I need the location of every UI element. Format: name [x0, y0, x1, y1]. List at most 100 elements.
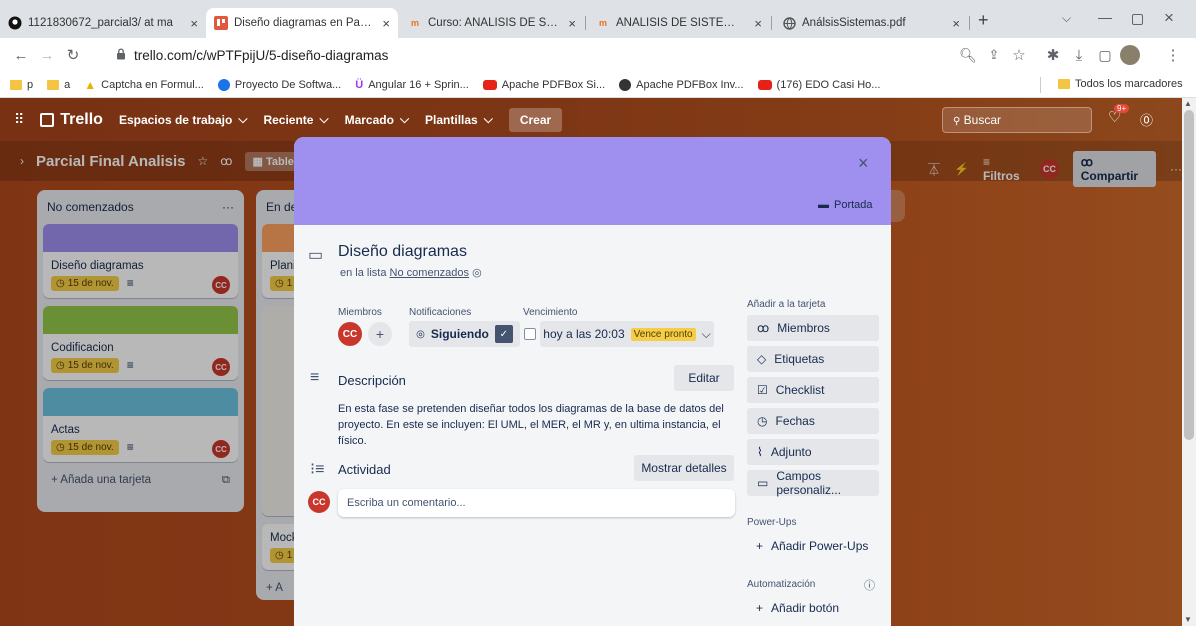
button-label: Fechas: [775, 414, 815, 428]
add-powerups-button[interactable]: + Añadir Power-Ups: [756, 539, 868, 553]
reload-icon[interactable]: ↻: [60, 38, 86, 72]
zoom-icon[interactable]: 🔍︎: [955, 38, 981, 72]
bookmark-item[interactable]: Apache PDFBox Inv...: [619, 78, 744, 91]
activity-heading: Actividad: [338, 462, 391, 477]
tab-title: Curso: ANALISIS DE SISTEMA: [428, 17, 558, 29]
tab-title: ANALISIS DE SISTEMAS [G1: [616, 17, 745, 29]
button-label: Añadir botón: [771, 601, 840, 615]
add-member-button[interactable]: +: [368, 322, 392, 346]
trello-search-input[interactable]: ⚲ Buscar: [942, 107, 1092, 133]
bookmark-item[interactable]: ▲ Captcha en Formul...: [84, 78, 204, 92]
due-complete-checkbox[interactable]: [524, 328, 536, 340]
show-details-button[interactable]: Mostrar detalles: [634, 455, 734, 481]
tab-separator: [969, 16, 970, 30]
description-text[interactable]: En esta fase se pretenden diseñar todos …: [338, 401, 738, 449]
nav-recent[interactable]: Reciente ⌵: [263, 112, 328, 127]
checklist-button[interactable]: ☑ Checklist: [747, 377, 879, 403]
members-button[interactable]: ꝏ Miembros: [747, 315, 879, 341]
notification-count-badge: 9+: [1114, 104, 1130, 113]
back-arrow-icon[interactable]: ←: [8, 38, 34, 72]
tab-search-chevron-icon[interactable]: ⌵: [1062, 11, 1071, 26]
bookmark-item[interactable]: Apache PDFBox Si...: [482, 79, 605, 91]
tab-close-icon[interactable]: ×: [948, 16, 960, 31]
scroll-up-icon[interactable]: ▲: [1184, 99, 1192, 108]
activity-icon: ⁝≡: [310, 461, 325, 478]
tab-close-icon[interactable]: ×: [750, 16, 762, 31]
member-avatar[interactable]: CC: [338, 322, 362, 346]
browser-tab[interactable]: AnálsisSistemas.pdf ×: [774, 8, 968, 38]
github-icon: [619, 78, 632, 91]
plus-icon: +: [756, 539, 764, 553]
address-bar[interactable]: trello.com/c/wPTFpijU/5-diseño-diagramas: [106, 41, 943, 69]
forward-arrow-icon[interactable]: →: [34, 38, 60, 72]
add-button-button[interactable]: + Añadir botón: [756, 601, 839, 615]
github-icon: [8, 16, 22, 30]
udemy-icon: Ü: [355, 78, 364, 91]
share-page-icon[interactable]: ⇪: [981, 38, 1007, 72]
window-close-icon[interactable]: ×: [1164, 8, 1174, 28]
help-icon[interactable]: ⓪: [1140, 110, 1153, 129]
bookmark-star-icon[interactable]: ☆: [1006, 38, 1032, 72]
circle-icon: [217, 78, 230, 91]
bookmark-divider: [1040, 77, 1041, 93]
browser-menu-icon[interactable]: ⋮: [1160, 38, 1186, 72]
bookmark-folder[interactable]: p: [10, 79, 33, 91]
list-link[interactable]: No comenzados: [390, 267, 470, 279]
custom-fields-button[interactable]: ▭ Campos personaliz...: [747, 469, 879, 497]
button-label: Etiquetas: [774, 352, 825, 366]
info-icon[interactable]: ⓘ: [864, 577, 875, 593]
browser-tab[interactable]: m Curso: ANALISIS DE SISTEMA ×: [400, 8, 584, 38]
bookmark-item[interactable]: Proyecto De Softwa...: [217, 78, 341, 91]
clock-icon: ◷: [757, 414, 768, 428]
tab-close-icon[interactable]: ×: [564, 16, 576, 31]
watch-toggle-button[interactable]: ◎ Siguiendo ✓: [409, 321, 520, 347]
edit-description-button[interactable]: Editar: [674, 365, 734, 391]
due-date-button[interactable]: hoy a las 20:03 Vence pronto ⌵: [540, 321, 714, 347]
extensions-icon[interactable]: ✱: [1040, 38, 1066, 72]
moodle-icon: m: [410, 18, 419, 28]
app-switcher-icon[interactable]: ⠿: [14, 111, 24, 128]
tag-icon: ◇: [757, 352, 767, 366]
card-icon: ▭: [308, 247, 324, 264]
bookmark-item[interactable]: (176) EDO Casi Ho...: [757, 79, 880, 91]
custom-fields-icon: ▭: [757, 476, 769, 490]
nav-workspaces[interactable]: Espacios de trabajo ⌵: [119, 112, 247, 127]
browser-tab[interactable]: m ANALISIS DE SISTEMAS [G1 ×: [588, 8, 770, 38]
bookmark-folder[interactable]: a: [47, 79, 70, 91]
card-title[interactable]: Diseño diagramas: [338, 243, 467, 261]
minimize-icon[interactable]: —: [1098, 9, 1112, 25]
labels-button[interactable]: ◇ Etiquetas: [747, 346, 879, 372]
side-panel-icon[interactable]: ▢: [1092, 38, 1118, 72]
attachment-button[interactable]: ⌇ Adjunto: [747, 439, 879, 465]
create-button[interactable]: Crear: [508, 107, 563, 132]
maximize-icon[interactable]: [1132, 14, 1143, 25]
search-placeholder: Buscar: [963, 113, 1002, 127]
nav-starred[interactable]: Marcado ⌵: [345, 112, 409, 127]
comment-input[interactable]: Escriba un comentario...: [338, 489, 735, 517]
scrollbar-thumb[interactable]: [1184, 110, 1194, 440]
trello-logo[interactable]: Trello: [40, 111, 103, 129]
nav-label: Reciente: [263, 112, 314, 127]
browser-tab-active[interactable]: Diseño diagramas en Parcial ×: [206, 8, 398, 38]
chevron-down-icon: ⌵: [319, 112, 329, 126]
profile-avatar[interactable]: [1120, 45, 1140, 65]
dates-button[interactable]: ◷ Fechas: [747, 408, 879, 434]
tab-close-icon[interactable]: ×: [378, 16, 390, 31]
bookmark-item[interactable]: Ü Angular 16 + Sprin...: [355, 79, 469, 91]
add-to-card-label: Añadir a la tarjeta: [747, 299, 826, 310]
new-tab-button[interactable]: +: [978, 10, 989, 31]
bookmark-label: Apache PDFBox Inv...: [636, 78, 744, 91]
nav-templates[interactable]: Plantillas ⌵: [425, 112, 493, 127]
download-icon[interactable]: ⤓: [1066, 38, 1092, 72]
scroll-down-icon[interactable]: ▼: [1184, 615, 1192, 624]
nav-label: Espacios de trabajo: [118, 112, 233, 127]
tab-close-icon[interactable]: ×: [186, 16, 198, 31]
list-breadcrumb: en la lista No comenzados ◎: [340, 266, 482, 279]
browser-tab[interactable]: 1121830672_parcial3/ at ma ×: [0, 8, 206, 38]
nav-label: Marcado: [344, 112, 394, 127]
all-bookmarks-folder[interactable]: Todos los marcadores: [1058, 78, 1183, 90]
tab-title: AnálsisSistemas.pdf: [802, 17, 906, 29]
cover-button[interactable]: ▬ Portada: [818, 199, 873, 211]
bookmark-label: Angular 16 + Sprin...: [368, 78, 469, 91]
modal-close-button[interactable]: ×: [858, 153, 869, 174]
